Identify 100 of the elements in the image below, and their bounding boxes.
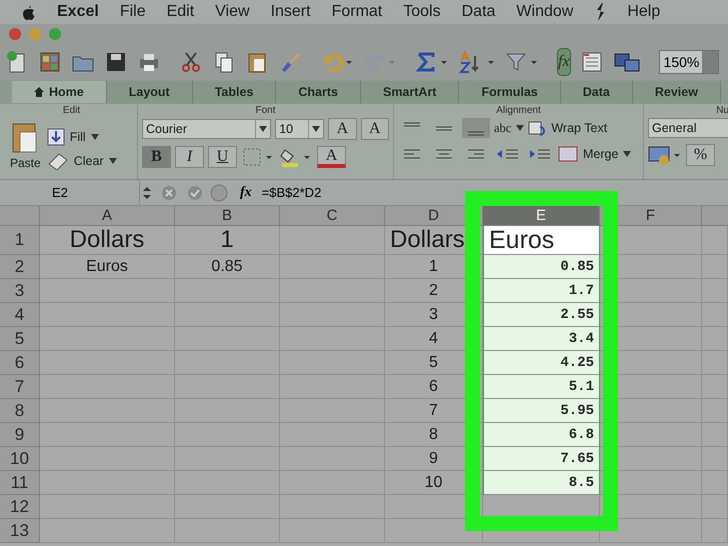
group-label: Alignment (495, 104, 542, 118)
caret-icon (312, 126, 320, 132)
table-cell: 0.85 (175, 255, 280, 279)
row-header[interactable]: 1 (0, 226, 40, 255)
underline-button[interactable]: U (208, 146, 237, 168)
wrap-text-icon (528, 119, 546, 137)
table-cell: 7.65 (483, 447, 600, 471)
table-cell: 2.55 (483, 303, 600, 327)
orientation-button[interactable]: abc (494, 120, 524, 136)
align-bottom-icon[interactable] (462, 118, 490, 138)
name-box[interactable]: E2 (0, 180, 140, 205)
sigma-icon[interactable] (415, 50, 449, 74)
row-header[interactable]: 10 (0, 447, 40, 471)
grow-font-button[interactable]: A (328, 118, 357, 140)
menu-item[interactable]: View (215, 3, 250, 21)
formula-field[interactable]: =$B$2*D2 (262, 185, 322, 200)
table-cell: Dollars (40, 226, 175, 255)
save-icon[interactable] (104, 50, 128, 74)
menu-item[interactable]: Data (462, 3, 496, 21)
toolbox-icon[interactable] (580, 50, 604, 74)
zoom-field[interactable]: 150% (658, 50, 720, 74)
table-cell: 3.4 (483, 327, 600, 351)
empty-cell (702, 351, 728, 375)
table-cell: Euros (483, 226, 600, 255)
row-header[interactable]: 7 (0, 375, 40, 399)
row-header[interactable]: 13 (0, 519, 40, 543)
menu-item[interactable]: File (120, 3, 146, 21)
menu-item[interactable]: Edit (166, 3, 194, 21)
row-header[interactable]: 6 (0, 351, 40, 375)
eraser-icon (46, 152, 69, 170)
font-size-select[interactable]: 10 (275, 119, 324, 139)
scissors-icon[interactable] (179, 50, 203, 74)
wrap-text-button[interactable]: Wrap Text (528, 119, 608, 137)
gallery-icon[interactable] (38, 50, 62, 74)
menu-item[interactable]: Insert (270, 3, 311, 21)
menu-item[interactable]: Format (332, 3, 382, 21)
ribbon-tab[interactable]: Data (560, 81, 633, 103)
clear-button[interactable]: Clear (46, 152, 117, 170)
sort-icon[interactable] (458, 50, 496, 74)
empty-cell (702, 303, 728, 327)
ribbon-tab[interactable]: Home (12, 81, 107, 103)
row-header[interactable]: 11 (0, 471, 40, 495)
column-header[interactable]: C (280, 206, 385, 226)
table-cell: 8.5 (483, 471, 600, 495)
empty-cell (702, 447, 728, 471)
fill-button[interactable]: Fill (46, 128, 117, 146)
font-color-button[interactable]: A (317, 146, 346, 168)
function-button[interactable]: fx (240, 184, 252, 200)
percent-button[interactable]: % (686, 144, 715, 166)
caret-icon (516, 125, 524, 131)
app-menu[interactable]: Excel (57, 3, 99, 21)
fill-down-icon (46, 128, 65, 146)
column-header[interactable]: E (483, 206, 600, 226)
font-name-select[interactable]: Courier (142, 119, 272, 139)
column-header[interactable]: B (175, 206, 280, 226)
empty-cell (702, 375, 728, 399)
table-cell: 1.7 (483, 279, 600, 303)
merge-icon (558, 145, 578, 163)
caret-icon (108, 158, 117, 164)
number-format-select[interactable]: General (648, 118, 728, 138)
row-header[interactable]: 9 (0, 423, 40, 447)
currency-icon[interactable] (648, 144, 682, 166)
table-cell: 4.25 (483, 351, 600, 375)
italic-button[interactable]: I (175, 146, 204, 168)
group-label: Edit (62, 104, 82, 118)
caret-icon (259, 126, 268, 132)
row-header[interactable]: 3 (0, 279, 40, 303)
ribbon-tab[interactable]: Formulas (459, 81, 561, 103)
merge-button[interactable]: Merge (558, 145, 632, 163)
column-header[interactable]: A (40, 206, 175, 226)
ribbon-tab[interactable]: Review (632, 81, 721, 103)
menu-item[interactable]: Help (627, 3, 660, 21)
script-icon (594, 2, 606, 22)
empty-cell (702, 519, 728, 543)
row-header[interactable]: 4 (0, 303, 40, 327)
paste-button[interactable]: Paste (10, 118, 41, 179)
shrink-font-button[interactable]: A (360, 118, 389, 140)
row-header[interactable]: 8 (0, 399, 40, 423)
menu-item[interactable]: Window (516, 3, 574, 21)
empty-cell (702, 399, 728, 423)
table-cell: 0.85 (483, 255, 600, 279)
caret-icon (623, 151, 632, 157)
empty-cell (702, 495, 728, 519)
bold-button[interactable]: B (142, 146, 171, 168)
caret-icon (90, 134, 99, 140)
apple-icon (20, 3, 36, 21)
empty-cell (702, 255, 728, 279)
ribbon-tab[interactable]: Layout (106, 81, 193, 103)
ribbon-tab[interactable]: Charts (276, 81, 361, 103)
row-header[interactable]: 5 (0, 327, 40, 351)
ribbon-tab[interactable]: Tables (192, 81, 276, 103)
row-header[interactable]: 12 (0, 495, 40, 519)
empty-cell (702, 279, 728, 303)
table-cell: 6.8 (483, 423, 600, 447)
empty-cell (702, 423, 728, 447)
menu-item[interactable]: Tools (403, 3, 441, 21)
table-cell: 5.1 (483, 375, 600, 399)
row-header[interactable]: 2 (0, 255, 40, 279)
ribbon-tab[interactable]: SmartArt (360, 81, 460, 103)
table-cell: Euros (40, 255, 175, 279)
